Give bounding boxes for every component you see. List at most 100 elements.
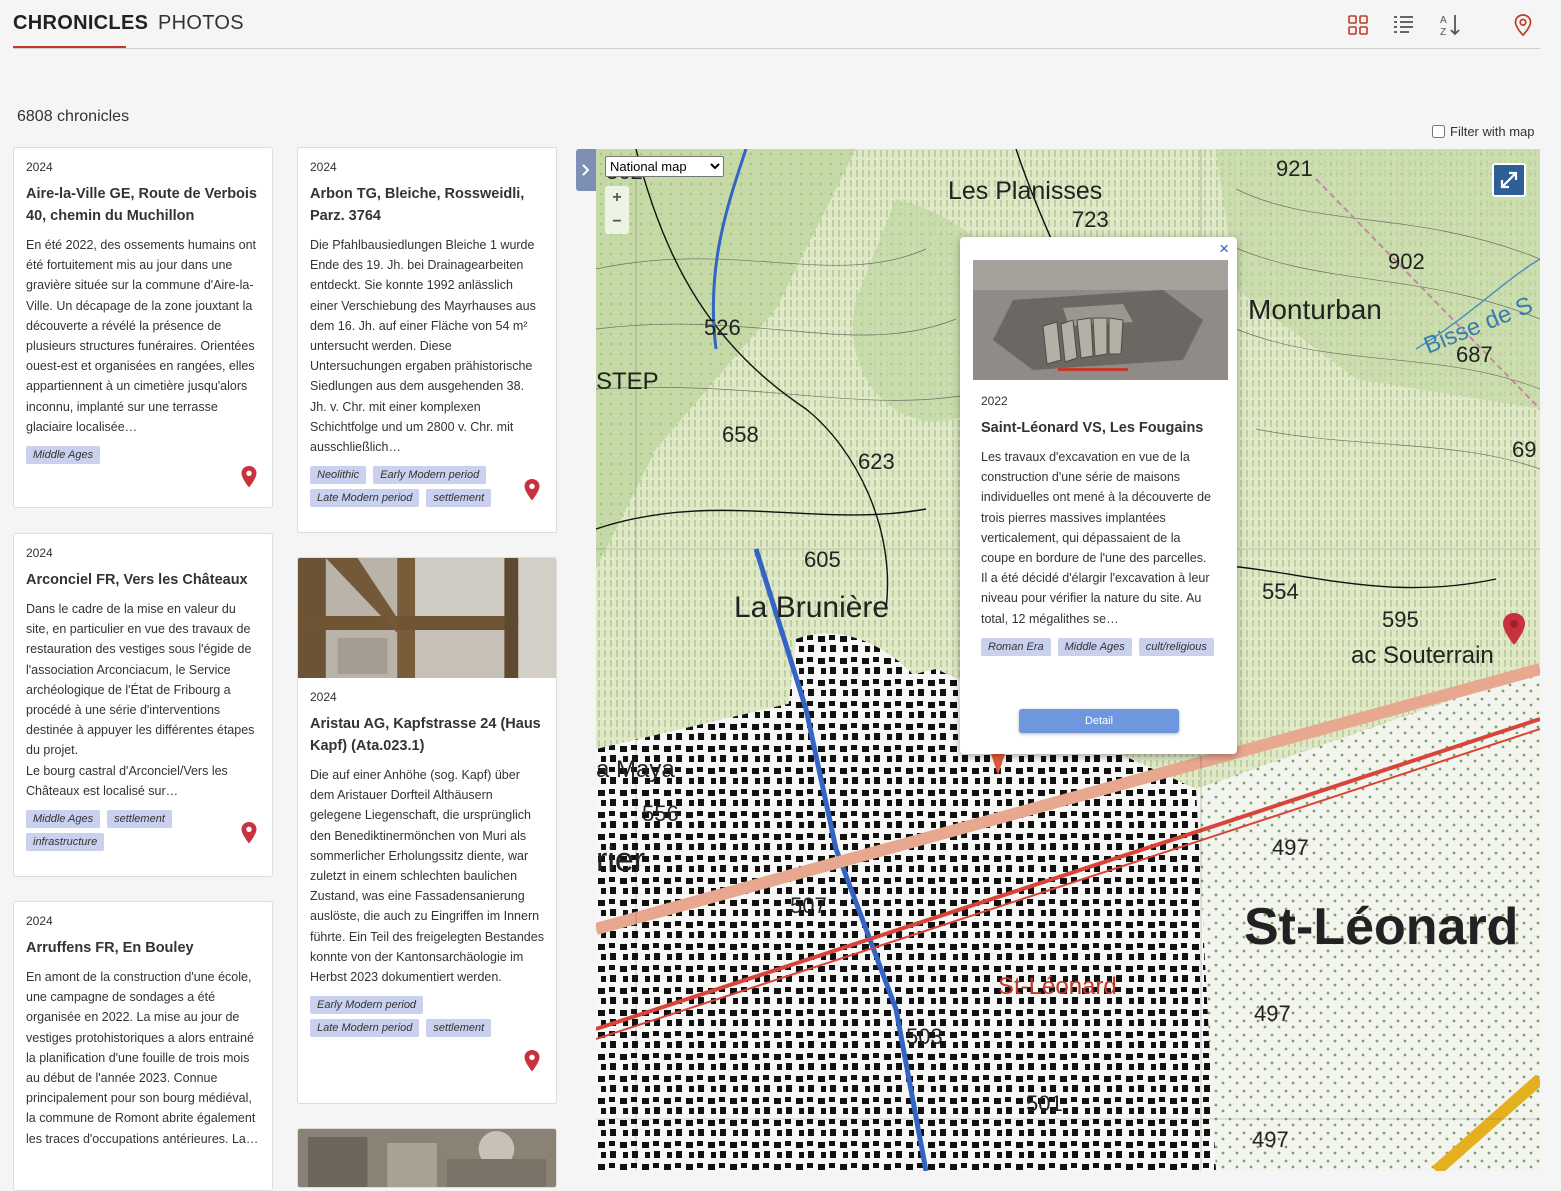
tag[interactable]: infrastructure: [26, 833, 105, 852]
popup-tags: Roman Era Middle Ages cult/religious: [981, 637, 1221, 656]
map-label-maya: a Maya: [596, 756, 675, 783]
map-elevation: 902: [1388, 249, 1425, 274]
map-popup: × 2022 Saint-Léonard VS, Les Fougains Le…: [960, 237, 1237, 754]
map-elevation: 501: [1026, 1091, 1063, 1116]
tab-chronicles[interactable]: CHRONICLES: [13, 12, 148, 35]
chronicle-card[interactable]: 2024 Arconciel FR, Vers les Châteaux Dan…: [13, 533, 273, 877]
card-title[interactable]: Aristau AG, Kapfstrasse 24 (Haus Kapf) (…: [310, 713, 544, 757]
map-label-les-planisses: Les Planisses: [948, 177, 1102, 205]
detail-button[interactable]: Detail: [1019, 709, 1179, 733]
tag[interactable]: Middle Ages: [1057, 637, 1132, 656]
map-elevation: 687: [1456, 342, 1493, 367]
map-elevation: 497: [1252, 1127, 1289, 1152]
tag[interactable]: Late Modern period: [310, 489, 420, 508]
map-elevation: 605: [804, 547, 841, 572]
card-title[interactable]: Arruffens FR, En Bouley: [26, 937, 260, 959]
tab-photos[interactable]: PHOTOS: [158, 12, 244, 35]
card-year: 2024: [310, 690, 337, 704]
card-summary: Dans le cadre de la mise en valeur du si…: [26, 602, 255, 798]
zoom-out-button[interactable]: −: [605, 210, 629, 234]
chronicle-card[interactable]: 2024 Arruffens FR, En Bouley En amont de…: [13, 901, 273, 1191]
map-label-step: STEP: [596, 368, 659, 395]
card-summary: En été 2022, des ossements humains ont é…: [26, 238, 257, 434]
card-summary: Die Pfahlbausiedlungen Bleiche 1 wurde E…: [310, 238, 536, 455]
card-year: 2024: [310, 160, 337, 174]
tag[interactable]: Roman Era: [981, 637, 1051, 656]
tag[interactable]: Early Modern period: [310, 996, 424, 1015]
map-elevation: 723: [1072, 207, 1109, 232]
svg-text:Z: Z: [1440, 27, 1446, 37]
header-divider: [13, 48, 1540, 49]
card-summary: En amont de la construction d'une école,…: [26, 970, 259, 1146]
card-year: 2024: [26, 914, 53, 928]
map-elevation: 554: [1262, 579, 1299, 604]
location-pin-icon[interactable]: [524, 1050, 540, 1072]
map-label-la-bruniere: La Brunière: [734, 591, 889, 624]
grid-view-icon[interactable]: [1346, 13, 1370, 37]
popup-year: 2022: [981, 394, 1008, 408]
card-tags: Neolithic Early Modern period Late Moder…: [310, 466, 510, 508]
filter-with-map-checkbox[interactable]: [1432, 125, 1445, 138]
popup-close-icon[interactable]: ×: [1219, 239, 1229, 259]
map-elevation: 497: [1272, 835, 1309, 860]
popup-photo-megaliths[interactable]: [973, 260, 1228, 380]
map-label-rier: rier: [596, 841, 645, 879]
tag[interactable]: settlement: [426, 489, 492, 508]
list-view-icon[interactable]: [1392, 13, 1416, 37]
card-tags: Middle Ages settlement infrastructure: [26, 810, 226, 852]
card-title[interactable]: Arbon TG, Bleiche, Rossweidli, Parz. 376…: [310, 183, 544, 227]
filter-with-map-toggle[interactable]: Filter with map: [1432, 124, 1535, 139]
sidebar-collapse-toggle[interactable]: [576, 149, 596, 191]
card-photo-timber-frame[interactable]: [298, 558, 556, 678]
location-pin-icon[interactable]: [241, 822, 257, 844]
location-pin-icon[interactable]: [241, 466, 257, 488]
chevron-right-icon: [582, 164, 590, 176]
tag[interactable]: Neolithic: [310, 466, 367, 485]
filter-with-map-label: Filter with map: [1450, 124, 1535, 139]
map-pin-icon[interactable]: [1511, 13, 1535, 37]
location-pin-icon[interactable]: [524, 479, 540, 501]
card-title[interactable]: Aire-la-Ville GE, Route de Verbois 40, c…: [26, 183, 260, 227]
fullscreen-button[interactable]: [1492, 163, 1526, 197]
chronicle-card[interactable]: 2024 Aire-la-Ville GE, Route de Verbois …: [13, 147, 273, 508]
map-zoom-control[interactable]: + −: [605, 186, 629, 234]
map-elevation: 623: [858, 449, 895, 474]
map-elevation: 556: [642, 801, 679, 826]
tag[interactable]: Middle Ages: [26, 446, 101, 465]
tag[interactable]: settlement: [107, 810, 172, 829]
card-tags: Early Modern period Late Modern period s…: [310, 996, 510, 1038]
tag[interactable]: settlement: [426, 1019, 492, 1038]
popup-summary: Les travaux d'excavation en vue de la co…: [981, 450, 1212, 626]
card-summary: Die auf einer Anhöhe (sog. Kapf) über de…: [310, 768, 544, 985]
map-elevation: 526: [704, 315, 741, 340]
map-layer-select[interactable]: National map: [605, 156, 724, 177]
map-elevation: 921: [1276, 156, 1313, 181]
map-elevation: 595: [1382, 607, 1419, 632]
chronicle-card[interactable]: 2024 Aristau AG, Kapfstrasse 24 (Haus Ka…: [297, 557, 557, 1104]
tag[interactable]: cult/religious: [1138, 637, 1214, 656]
sort-az-icon[interactable]: A Z: [1438, 13, 1462, 37]
expand-icon: [1500, 171, 1518, 189]
map-elevation: 497: [1254, 1001, 1291, 1026]
card-title[interactable]: Arconciel FR, Vers les Châteaux: [26, 569, 260, 591]
card-photo-excavation[interactable]: [298, 1129, 556, 1188]
map-elevation: 658: [722, 422, 759, 447]
svg-text:A: A: [1440, 15, 1447, 26]
card-year: 2024: [26, 160, 53, 174]
chronicle-card[interactable]: 2024 Arbon TG, Bleiche, Rossweidli, Parz…: [297, 147, 557, 533]
map-elevation: 507: [790, 893, 827, 918]
top-navigation: CHRONICLES PHOTOS A Z: [0, 0, 1561, 50]
tag[interactable]: Early Modern period: [373, 466, 487, 485]
tag[interactable]: Middle Ages: [26, 810, 101, 829]
card-tags: Middle Ages: [26, 446, 226, 465]
tag[interactable]: Late Modern period: [310, 1019, 420, 1038]
map-label-monturban: Monturban: [1248, 294, 1382, 325]
zoom-in-button[interactable]: +: [605, 186, 629, 210]
card-year: 2024: [26, 546, 53, 560]
chronicle-count: 6808 chronicles: [17, 108, 130, 125]
map-label-st-leonard-station: St-Léonard: [998, 973, 1117, 1000]
chronicle-card[interactable]: [297, 1128, 557, 1188]
popup-title[interactable]: Saint-Léonard VS, Les Fougains: [981, 417, 1216, 439]
map-elevation: 503: [906, 1024, 943, 1049]
map-label-st-leonard: St-Léonard: [1244, 898, 1518, 956]
